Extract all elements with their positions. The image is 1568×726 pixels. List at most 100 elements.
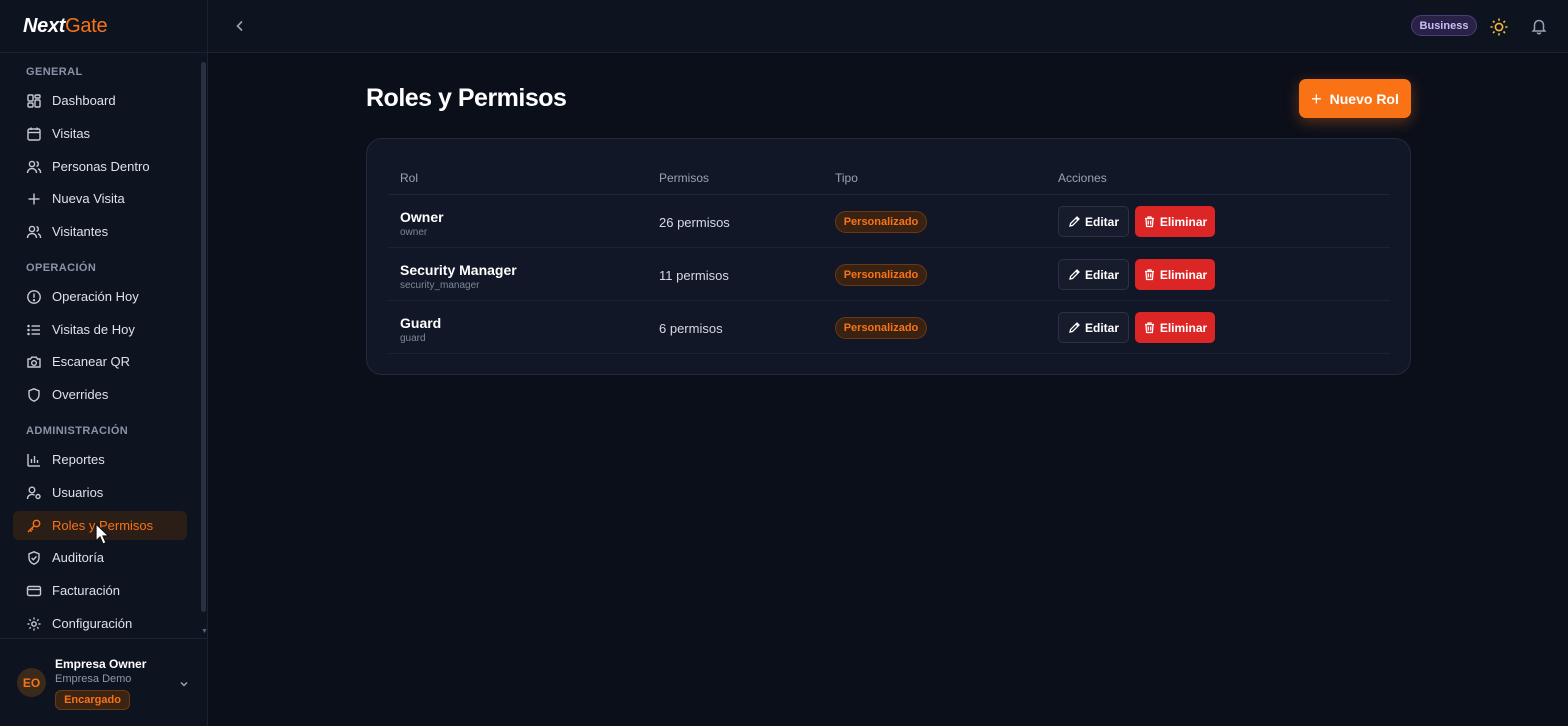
sidebar: NextGate GENERAL Dashboard Visitas Perso…	[0, 0, 208, 726]
sidebar-item-label: Visitantes	[52, 224, 109, 239]
edit-button[interactable]: Editar	[1058, 312, 1129, 343]
column-header-permisos: Permisos	[659, 171, 710, 185]
sidebar-item-personas-dentro[interactable]: Personas Dentro	[13, 152, 187, 181]
sidebar-item-escanear-qr[interactable]: Escanear QR	[13, 347, 187, 376]
user-role-badge: Encargado	[55, 690, 130, 710]
roles-table: Rol Permisos Tipo Acciones Owner owner 2…	[366, 138, 1411, 375]
plus-icon: +	[1311, 88, 1322, 109]
camera-icon	[26, 354, 42, 370]
shield-check-icon	[26, 550, 42, 566]
sidebar-item-label: Escanear QR	[52, 354, 131, 369]
sidebar-item-usuarios[interactable]: Usuarios	[13, 478, 187, 507]
pencil-icon	[1068, 321, 1081, 334]
sidebar-item-auditoria[interactable]: Auditoría	[13, 543, 187, 572]
app-logo[interactable]: NextGate	[23, 14, 108, 38]
role-key: owner	[400, 227, 428, 238]
page-title: Roles y Permisos	[366, 84, 567, 112]
sidebar-item-label: Nueva Visita	[52, 191, 125, 206]
sidebar-item-reportes[interactable]: Reportes	[13, 445, 187, 474]
delete-button[interactable]: Eliminar	[1135, 259, 1215, 290]
trash-icon	[1143, 268, 1156, 281]
user-cog-icon	[26, 485, 42, 501]
plus-icon	[26, 191, 42, 207]
pencil-icon	[1068, 215, 1081, 228]
calendar-icon	[26, 126, 42, 142]
sidebar-item-label: Usuarios	[52, 485, 104, 500]
section-label-administracion: ADMINISTRACIÓN	[26, 425, 129, 437]
sidebar-item-label: Dashboard	[52, 93, 116, 108]
logo-bar: NextGate	[0, 0, 207, 53]
credit-card-icon	[26, 583, 42, 599]
sidebar-item-nueva-visita[interactable]: Nueva Visita	[13, 184, 187, 213]
logo-part-gate: Gate	[65, 14, 108, 37]
edit-button[interactable]: Editar	[1058, 259, 1129, 290]
sidebar-item-overrides[interactable]: Overrides	[13, 380, 187, 409]
sun-icon[interactable]	[1488, 16, 1510, 38]
pencil-icon	[1068, 268, 1081, 281]
trash-icon	[1143, 215, 1156, 228]
user-menu[interactable]: EO Empresa Owner Empresa Demo Encargado	[0, 638, 208, 726]
type-badge: Personalizado	[835, 211, 927, 233]
role-key: security_manager	[400, 280, 480, 291]
sidebar-item-label: Visitas	[52, 126, 91, 141]
sidebar-item-label: Auditoría	[52, 550, 105, 565]
shield-icon	[26, 387, 42, 403]
users-icon	[26, 159, 42, 175]
section-label-general: GENERAL	[26, 66, 83, 78]
column-header-tipo: Tipo	[835, 171, 858, 185]
sidebar-item-operacion-hoy[interactable]: Operación Hoy	[13, 282, 187, 311]
dashboard-icon	[26, 93, 42, 109]
permission-count: 6 permisos	[659, 321, 723, 336]
permission-count: 11 permisos	[659, 268, 729, 283]
sidebar-item-dashboard[interactable]: Dashboard	[13, 86, 187, 115]
sidebar-item-visitas-de-hoy[interactable]: Visitas de Hoy	[13, 315, 187, 344]
gear-icon	[26, 616, 42, 632]
table-row: Security Manager security_manager 11 per…	[388, 248, 1390, 301]
table-row: Guard guard 6 permisos Personalizado Edi…	[388, 301, 1390, 354]
key-icon	[26, 518, 42, 534]
permission-count: 26 permisos	[659, 215, 730, 230]
edit-button[interactable]: Editar	[1058, 206, 1129, 237]
sidebar-item-configuracion[interactable]: Configuración	[13, 609, 187, 638]
role-name: Guard	[400, 315, 442, 331]
chevron-down-icon[interactable]	[178, 677, 190, 695]
section-label-operacion: OPERACIÓN	[26, 262, 97, 274]
sidebar-scrollbar[interactable]	[201, 62, 206, 612]
list-icon	[26, 322, 42, 338]
sidebar-item-label: Personas Dentro	[52, 159, 150, 174]
column-header-rol: Rol	[400, 171, 419, 185]
table-row: Owner owner 26 permisos Personalizado Ed…	[388, 195, 1390, 248]
user-name: Empresa Owner	[55, 657, 147, 671]
trash-icon	[1143, 321, 1156, 334]
sidebar-item-label: Operación Hoy	[52, 289, 139, 304]
role-name: Security Manager	[400, 262, 517, 278]
delete-button[interactable]: Eliminar	[1135, 312, 1215, 343]
bar-chart-icon	[26, 452, 42, 468]
edit-button-label: Editar	[1084, 267, 1119, 282]
logo-part-next: Next	[23, 14, 66, 37]
new-role-button-label: Nuevo Rol	[1329, 90, 1399, 107]
sidebar-nav: GENERAL Dashboard Visitas Personas Dentr…	[0, 53, 208, 638]
sidebar-item-label: Configuración	[52, 616, 133, 631]
sidebar-item-visitas[interactable]: Visitas	[13, 119, 187, 148]
delete-button-label: Eliminar	[1159, 320, 1208, 335]
alert-circle-icon	[26, 289, 42, 305]
chevron-left-icon[interactable]	[230, 16, 250, 36]
role-key: guard	[400, 333, 426, 344]
new-role-button[interactable]: + Nuevo Rol	[1299, 79, 1411, 118]
column-header-acciones: Acciones	[1058, 171, 1107, 185]
plan-badge: Business	[1411, 15, 1477, 36]
user-company: Empresa Demo	[55, 673, 132, 685]
delete-button-label: Eliminar	[1159, 267, 1208, 282]
delete-button[interactable]: Eliminar	[1135, 206, 1215, 237]
sidebar-item-visitantes[interactable]: Visitantes	[13, 217, 187, 246]
role-name: Owner	[400, 209, 444, 225]
bell-icon[interactable]	[1528, 15, 1550, 37]
mouse-cursor-icon	[95, 522, 110, 545]
top-header: Business	[208, 0, 1568, 53]
users-icon	[26, 224, 42, 240]
sidebar-item-facturacion[interactable]: Facturación	[13, 576, 187, 605]
avatar: EO	[17, 668, 46, 697]
sidebar-item-label: Overrides	[52, 387, 109, 402]
scroll-down-arrow-icon[interactable]: ▼	[201, 628, 208, 635]
